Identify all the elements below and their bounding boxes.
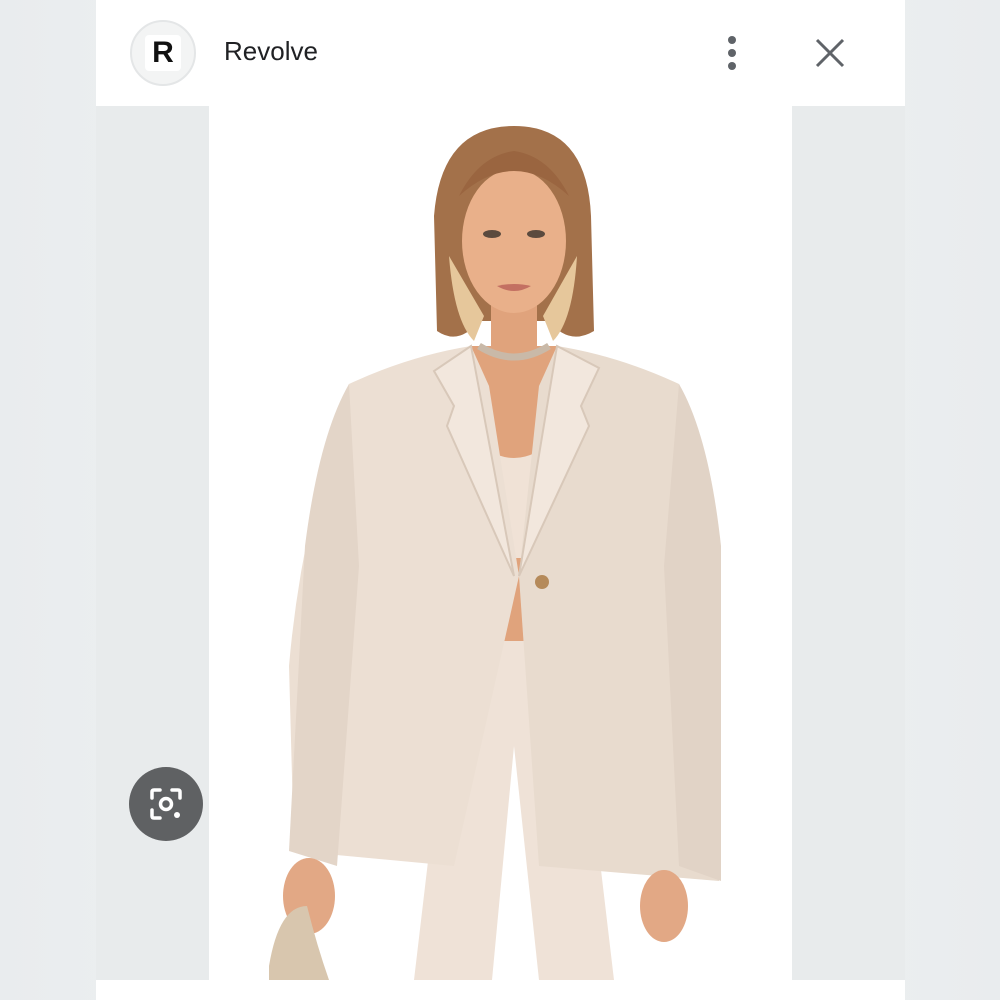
close-icon	[815, 38, 845, 68]
lens-search-icon	[150, 788, 182, 820]
site-logo-letter: R	[145, 35, 181, 71]
more-options-button[interactable]	[716, 30, 748, 76]
product-image[interactable]	[209, 106, 792, 980]
image-viewer-panel: R Revolve	[96, 0, 905, 1000]
close-button[interactable]	[810, 33, 850, 73]
lens-search-button[interactable]	[129, 767, 203, 841]
site-logo[interactable]: R	[130, 20, 196, 86]
more-vert-icon	[728, 36, 736, 70]
viewer-header: R Revolve	[96, 0, 905, 106]
image-area	[96, 106, 905, 980]
model-photo	[269, 126, 721, 980]
bottom-strip	[96, 980, 905, 1000]
site-name[interactable]: Revolve	[224, 36, 318, 67]
